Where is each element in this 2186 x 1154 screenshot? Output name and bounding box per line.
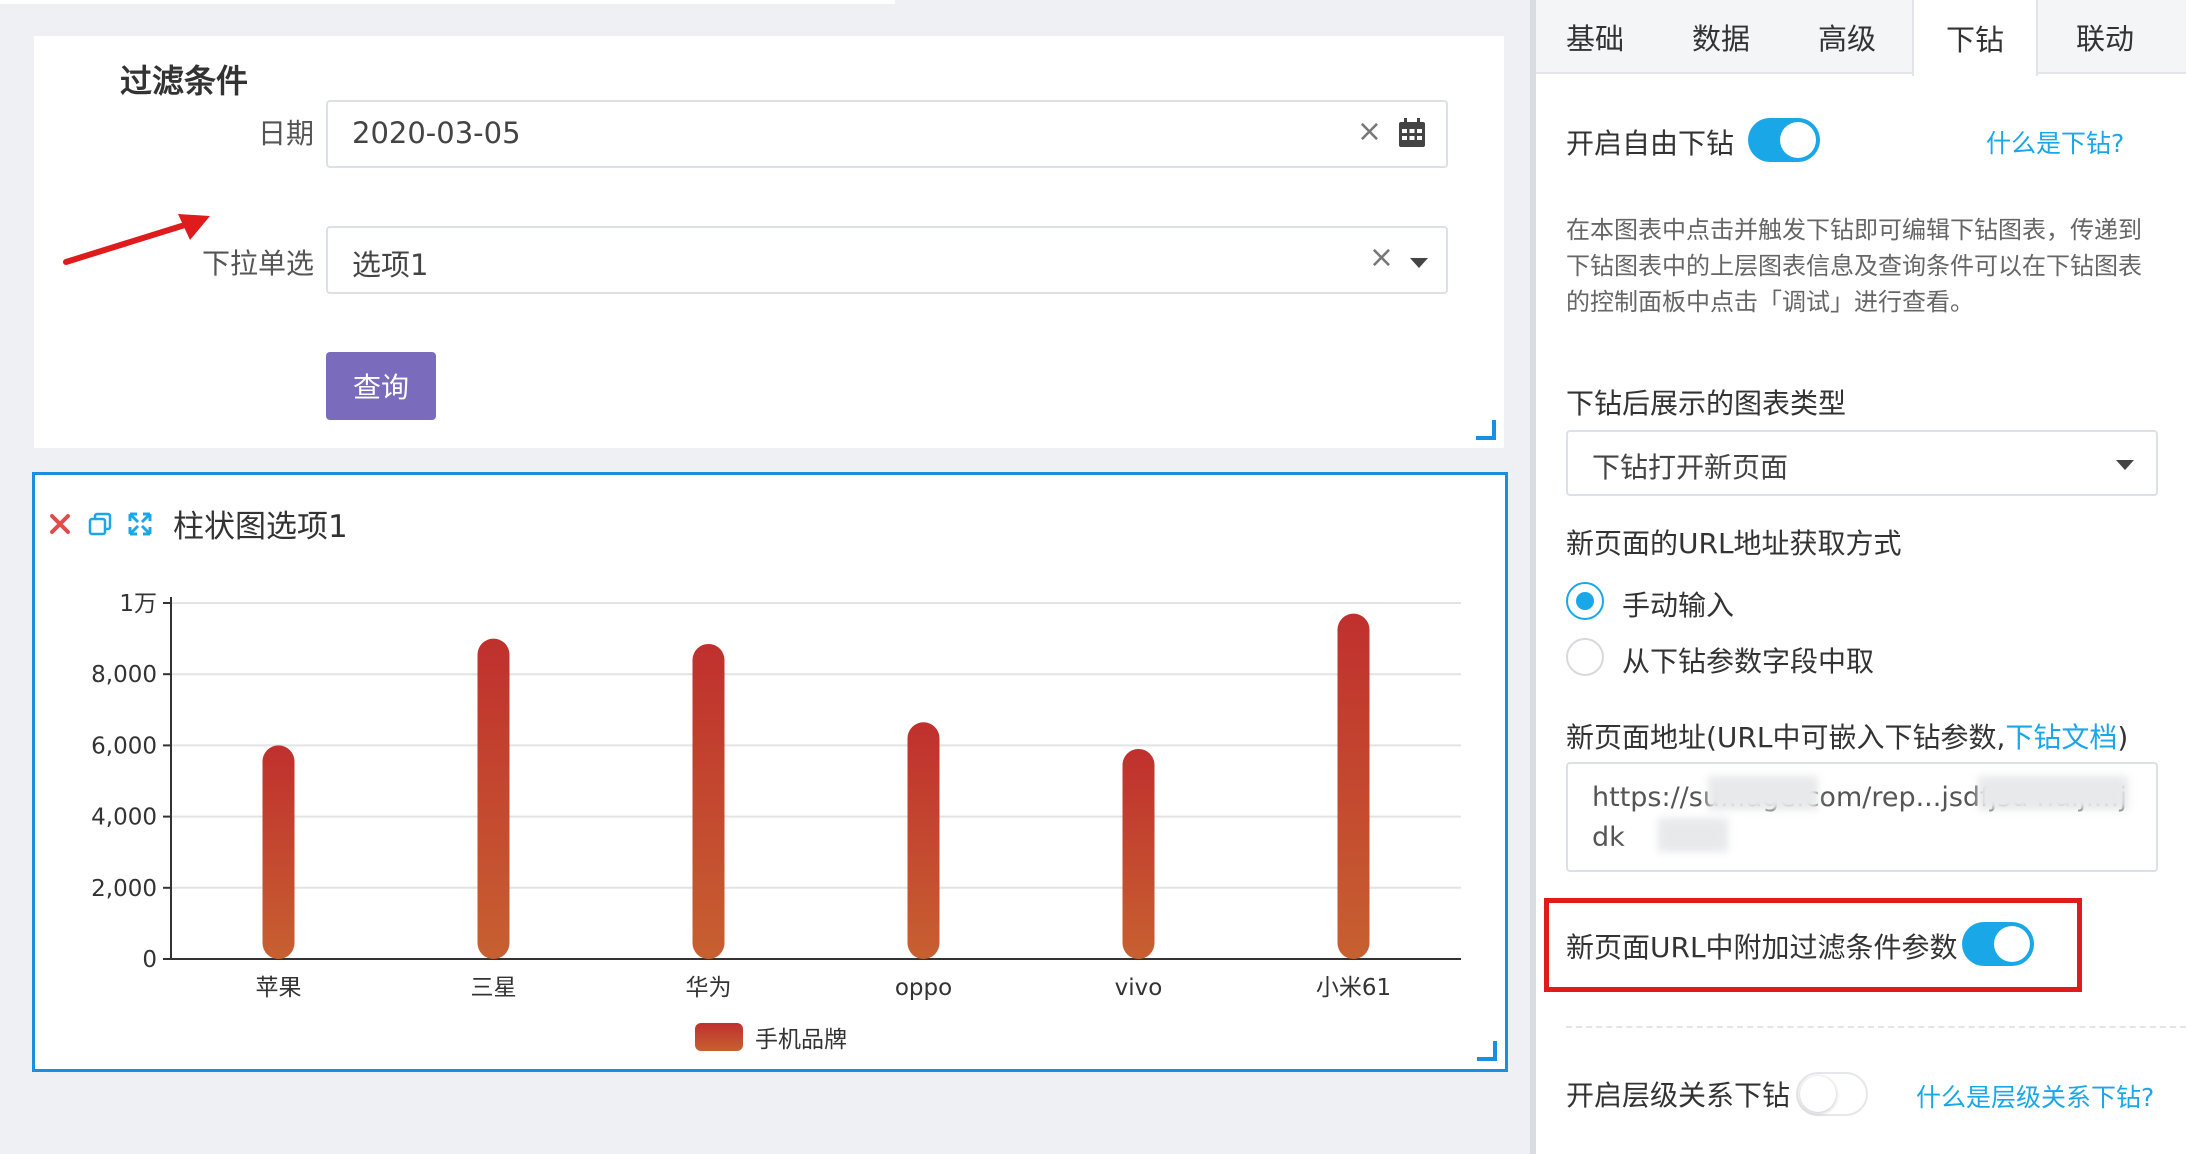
settings-panel: 基础 数据 高级 下钻 联动 开启自由下钻 什么是下钻? 在本图表中点击并触发下… [1536, 0, 2186, 1154]
option-select[interactable]: 选项1 × [326, 226, 1448, 294]
resize-corner-icon[interactable] [1477, 1041, 1497, 1061]
y-tick-label: 0 [142, 947, 157, 973]
tab-basic[interactable]: 基础 [1536, 0, 1654, 74]
y-tick-label: 2,000 [91, 876, 157, 902]
x-tick-label: 三星 [471, 975, 517, 1001]
hierarchy-drill-toggle[interactable] [1796, 1072, 1868, 1116]
redaction-blur [1658, 818, 1728, 852]
bar-三星[interactable] [477, 638, 510, 959]
radio-from-field-label[interactable]: 从下钻参数字段中取 [1622, 640, 1874, 680]
legend-label[interactable]: 手机品牌 [755, 1027, 847, 1053]
x-tick-label: 华为 [686, 975, 732, 1001]
free-drill-toggle[interactable] [1748, 118, 1820, 162]
append-filter-label: 新页面URL中附加过滤条件参数 [1566, 931, 1958, 964]
chart-type-label: 下钻后展示的图表类型 [1566, 387, 1847, 420]
url-label: 新页面地址(URL中可嵌入下钻参数,下钻文档) [1566, 716, 2128, 756]
drill-description: 在本图表中点击并触发下钻即可编辑下钻图表，传递到下钻图表中的上层图表信息及查询条… [1566, 216, 2142, 316]
drill-doc-link[interactable]: 下钻文档 [2005, 721, 2117, 754]
bar-oppo[interactable] [907, 722, 940, 959]
filter-panel: 过滤条件 日期 2020-03-05 × 下拉单选 选项1 × 查询 [34, 36, 1504, 448]
x-tick-label: vivo [1115, 975, 1163, 1001]
what-is-hierarchy-link[interactable]: 什么是层级关系下钻? [1916, 1078, 2154, 1114]
tab-advanced[interactable]: 高级 [1788, 0, 1906, 74]
x-tick-label: 苹果 [256, 975, 302, 1001]
bar-vivo[interactable] [1122, 748, 1155, 959]
radio-manual-label[interactable]: 手动输入 [1622, 584, 1734, 624]
top-strip [0, 0, 895, 4]
radio-manual[interactable] [1566, 582, 1604, 620]
what-is-drill-link[interactable]: 什么是下钻? [1986, 124, 2124, 160]
red-arrow-annotation [63, 214, 210, 265]
hierarchy-drill-label: 开启层级关系下钻 [1566, 1079, 1791, 1112]
legend-swatch[interactable] [695, 1023, 743, 1051]
section-divider [1566, 1026, 2186, 1028]
free-drill-label: 开启自由下钻 [1566, 127, 1735, 160]
bar-chart: 0 2,000 4,000 6,000 8,000 1万苹果 三星 华为 oppo vivo 小米6… [91, 591, 1461, 1053]
filter-title: 过滤条件 [120, 62, 249, 100]
chart-panel: 柱状图选项1 0 2,000 4,000 6,000 8,000 1万 苹果 三星 华为 oppo… [32, 472, 1508, 1072]
append-filter-toggle[interactable] [1962, 922, 2034, 966]
chevron-down-icon[interactable] [1410, 258, 1428, 268]
radio-from-field[interactable] [1566, 638, 1604, 676]
select-value: 选项1 [352, 248, 429, 282]
toggle-knob [1800, 1076, 1836, 1112]
date-label: 日期 [257, 117, 314, 150]
date-value: 2020-03-05 [352, 116, 521, 150]
tab-linkage[interactable]: 联动 [2042, 0, 2168, 74]
x-tick-label: 小米61 [1316, 975, 1391, 1001]
tab-bar: 基础 数据 高级 下钻 联动 [1536, 0, 2186, 76]
redaction-blur [1708, 776, 1818, 810]
toggle-knob [1780, 122, 1816, 158]
toggle-knob [1994, 926, 2030, 962]
chevron-down-icon [2116, 460, 2134, 470]
url-label-prefix: 新页面地址(URL中可嵌入下钻参数, [1566, 721, 2006, 754]
chart-type-value: 下钻打开新页面 [1592, 451, 1789, 484]
calendar-icon[interactable] [1398, 118, 1426, 148]
tab-data[interactable]: 数据 [1662, 0, 1780, 74]
url-textarea[interactable]: https://su...age.com/rep...jsdfjsd hdljl… [1566, 762, 2158, 872]
url-label-suffix: ) [2117, 721, 2129, 754]
query-button[interactable]: 查询 [326, 352, 436, 420]
y-tick-label: 8,000 [91, 662, 157, 688]
x-tick-label: oppo [895, 975, 952, 1001]
y-tick-label: 4,000 [91, 805, 157, 831]
tab-drill[interactable]: 下钻 [1912, 0, 2038, 76]
redaction-blur [1978, 776, 2128, 810]
y-tick-label: 1万 [119, 591, 157, 617]
url-method-label: 新页面的URL地址获取方式 [1566, 527, 1902, 560]
bar-苹果[interactable] [262, 745, 295, 959]
date-clear-icon[interactable]: × [1357, 114, 1382, 149]
chart-type-select[interactable]: 下钻打开新页面 [1566, 430, 2158, 496]
date-input[interactable]: 2020-03-05 × [326, 100, 1448, 168]
bar-华为[interactable] [692, 643, 725, 959]
resize-corner-icon[interactable] [1476, 420, 1496, 440]
select-clear-icon[interactable]: × [1369, 240, 1394, 275]
y-tick-label: 6,000 [91, 733, 157, 759]
bar-小米61[interactable] [1337, 613, 1370, 959]
